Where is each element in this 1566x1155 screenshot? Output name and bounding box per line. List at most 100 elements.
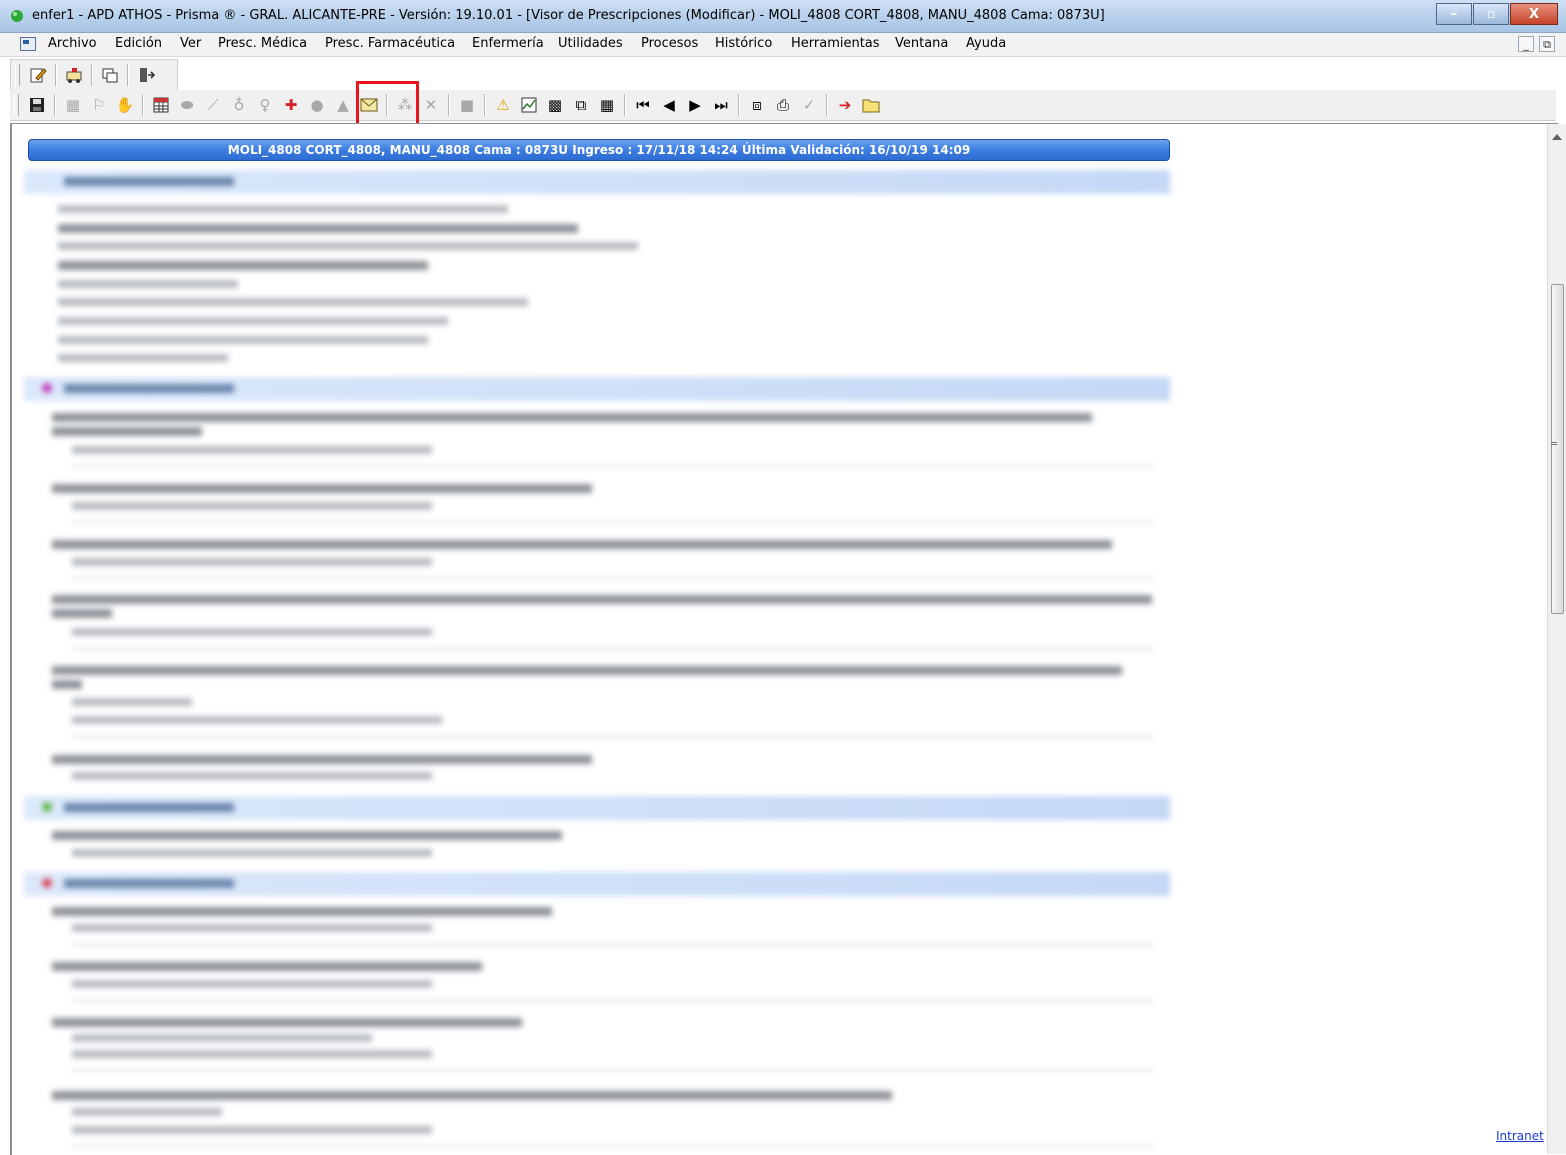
document-icon[interactable]: ⧉ bbox=[569, 93, 593, 117]
menu-herramientas[interactable]: Herramientas bbox=[791, 36, 880, 51]
drops-icon[interactable]: ♁ bbox=[227, 93, 251, 117]
toolbar-prescriptions: ▦ ⚐ ✋ ⬬ ⟋ ♁ ♀ ✚ ● ▲ ⁂ ✕ ■ ⚠ ▩ ⧉ ▦ ⏮ ◀ ▶ … bbox=[10, 90, 1556, 121]
mdi-restore-button[interactable]: ⧉ bbox=[1539, 36, 1555, 52]
redacted-line bbox=[52, 831, 562, 840]
redacted-line bbox=[72, 558, 432, 566]
redacted-line bbox=[52, 1018, 522, 1027]
vertical-scrollbar[interactable] bbox=[1547, 124, 1566, 1154]
redacted-line bbox=[58, 317, 448, 325]
restore-button[interactable]: ▫ bbox=[1473, 3, 1509, 25]
flag-icon[interactable]: ⚐ bbox=[87, 93, 111, 117]
divider bbox=[72, 522, 1154, 523]
redacted-line bbox=[58, 261, 428, 270]
redacted-line bbox=[58, 242, 638, 250]
intranet-link[interactable]: Intranet bbox=[1496, 1129, 1544, 1143]
menu-archivo[interactable]: Archivo bbox=[48, 36, 97, 51]
redacted-line bbox=[52, 427, 202, 436]
menu-ventana[interactable]: Ventana bbox=[895, 36, 948, 51]
first-record-icon[interactable]: ⏮ bbox=[631, 93, 655, 117]
edit-icon[interactable] bbox=[26, 63, 50, 87]
close-button[interactable]: X bbox=[1510, 3, 1558, 25]
toolbar-grip[interactable] bbox=[14, 94, 19, 116]
copy-window-icon[interactable] bbox=[98, 63, 122, 87]
tube-icon[interactable]: ♀ bbox=[253, 93, 277, 117]
warning-icon[interactable]: ⚠ bbox=[491, 93, 515, 117]
menu-ver[interactable]: Ver bbox=[180, 36, 201, 51]
spreadsheet-icon[interactable]: ▦ bbox=[595, 93, 619, 117]
divider bbox=[72, 944, 1154, 945]
divider bbox=[72, 578, 1154, 579]
medical-alert-icon[interactable]: ✚ bbox=[279, 93, 303, 117]
section-header bbox=[24, 796, 1170, 820]
divider bbox=[72, 1000, 1154, 1001]
divider bbox=[72, 648, 1154, 649]
exit-red-icon[interactable]: ➔ bbox=[833, 93, 857, 117]
redacted-line bbox=[72, 698, 192, 706]
scrollbar-thumb[interactable] bbox=[1551, 284, 1564, 614]
print-icon[interactable]: ⎙ bbox=[771, 93, 795, 117]
menu-ayuda[interactable]: Ayuda bbox=[966, 36, 1006, 51]
menu-presc-farmaceutica[interactable]: Presc. Farmacéutica bbox=[325, 36, 455, 51]
table-icon[interactable] bbox=[149, 93, 173, 117]
redacted-line bbox=[72, 446, 432, 454]
redacted-line bbox=[72, 1126, 432, 1134]
toolbar-separator bbox=[55, 64, 57, 86]
redacted-line bbox=[58, 224, 578, 233]
redacted-line bbox=[58, 336, 428, 344]
divider bbox=[72, 466, 1154, 467]
title-bar: enfer1 - APD ATHOS - Prisma ® - GRAL. AL… bbox=[0, 0, 1566, 33]
syringe-icon[interactable]: ⟋ bbox=[201, 93, 225, 117]
menu-bar: Archivo Edición Ver Presc. Médica Presc.… bbox=[0, 33, 1566, 57]
windows-icon[interactable]: ⧈ bbox=[745, 93, 769, 117]
divider bbox=[72, 1070, 1154, 1071]
menu-presc-medica[interactable]: Presc. Médica bbox=[218, 36, 307, 51]
patient-header: MOLI_4808 CORT_4808, MANU_4808 Cama : 08… bbox=[28, 139, 1170, 161]
divider bbox=[72, 736, 1154, 737]
app-icon bbox=[11, 10, 23, 22]
apple-icon[interactable]: ● bbox=[305, 93, 329, 117]
pill-icon[interactable]: ⬬ bbox=[175, 93, 199, 117]
hand-icon[interactable]: ✋ bbox=[113, 93, 137, 117]
prescription-viewer: MOLI_4808 CORT_4808, MANU_4808 Cama : 08… bbox=[10, 123, 1558, 1155]
menu-procesos[interactable]: Procesos bbox=[641, 36, 698, 51]
section-header bbox=[24, 377, 1170, 401]
validate-check-icon[interactable]: ✓ bbox=[797, 93, 821, 117]
previous-record-icon[interactable]: ◀ bbox=[657, 93, 681, 117]
calendar-grid-icon[interactable]: ▩ bbox=[543, 93, 567, 117]
next-record-icon[interactable]: ▶ bbox=[683, 93, 707, 117]
triangle-icon[interactable]: ▲ bbox=[331, 93, 355, 117]
save-icon[interactable] bbox=[25, 93, 49, 117]
chart-icon[interactable] bbox=[517, 93, 541, 117]
mdi-minimize-button[interactable]: _ bbox=[1518, 36, 1534, 52]
document-menu-icon[interactable] bbox=[20, 37, 36, 51]
section-header bbox=[24, 872, 1170, 896]
toolbar-separator bbox=[624, 94, 626, 116]
stop-icon[interactable]: ■ bbox=[455, 93, 479, 117]
menu-enfermeria[interactable]: Enfermería bbox=[472, 36, 544, 51]
folder-icon[interactable] bbox=[859, 93, 883, 117]
minimize-button[interactable]: – bbox=[1436, 3, 1472, 25]
last-record-icon[interactable]: ⏭ bbox=[709, 93, 733, 117]
exit-door-icon[interactable] bbox=[134, 63, 158, 87]
redacted-line bbox=[58, 354, 228, 362]
redacted-line bbox=[72, 628, 432, 636]
redacted-line bbox=[72, 924, 432, 932]
window-title: enfer1 - APD ATHOS - Prisma ® - GRAL. AL… bbox=[32, 8, 1105, 23]
blurred-prescription-content bbox=[12, 164, 1192, 1154]
ambulance-icon[interactable] bbox=[62, 63, 86, 87]
redacted-line bbox=[58, 298, 528, 306]
redacted-line bbox=[52, 907, 552, 916]
toolbar-separator bbox=[448, 94, 450, 116]
toolbar-grip[interactable] bbox=[15, 64, 20, 86]
section-header bbox=[24, 170, 1170, 194]
menu-historico[interactable]: Histórico bbox=[715, 36, 772, 51]
delete-icon[interactable]: ✕ bbox=[419, 93, 443, 117]
redacted-line bbox=[52, 680, 82, 689]
scroll-up-arrow-icon[interactable] bbox=[1552, 134, 1562, 140]
redacted-line bbox=[72, 849, 432, 857]
menu-edicion[interactable]: Edición bbox=[115, 36, 162, 51]
menu-utilidades[interactable]: Utilidades bbox=[558, 36, 623, 51]
grid-tool-icon[interactable]: ▦ bbox=[61, 93, 85, 117]
redacted-line bbox=[52, 540, 1112, 549]
redacted-line bbox=[58, 280, 238, 288]
